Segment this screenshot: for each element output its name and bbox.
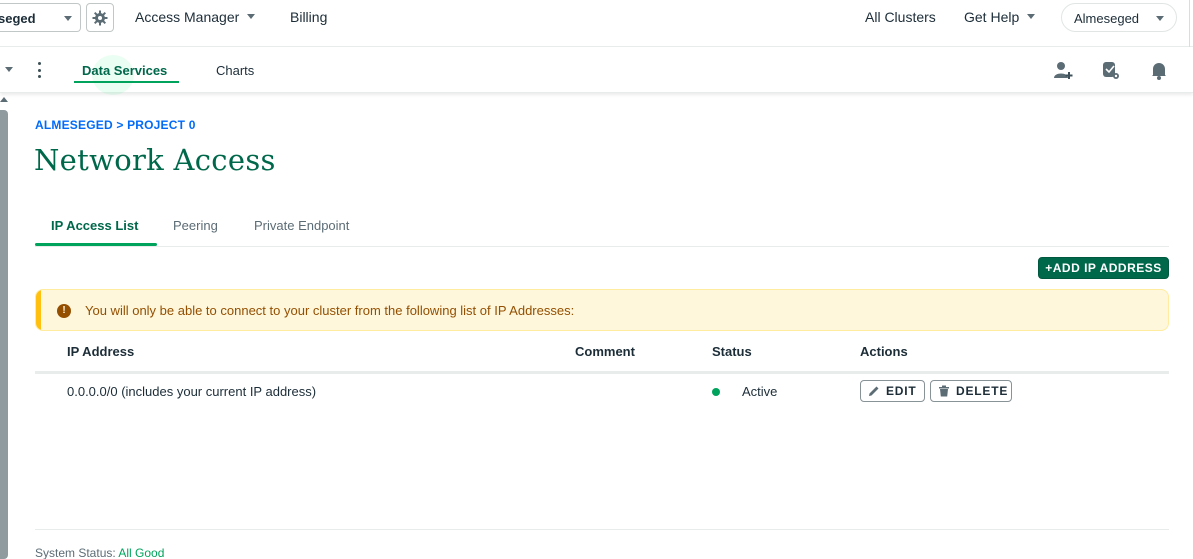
add-user-icon[interactable] (1053, 60, 1073, 80)
warning-icon: ! (57, 304, 71, 318)
column-header-status: Status (712, 344, 752, 359)
project-select-chevron-icon[interactable] (5, 67, 13, 72)
more-options-icon[interactable] (38, 62, 42, 78)
tab-ip-access-list[interactable]: IP Access List (51, 218, 138, 233)
column-header-comment: Comment (575, 344, 635, 359)
pencil-icon (869, 386, 879, 396)
user-name: Almeseged (1074, 11, 1140, 26)
chevron-down-icon (1156, 16, 1164, 21)
user-menu[interactable]: Almeseged (1061, 3, 1177, 32)
edit-button[interactable]: EDIT (860, 380, 925, 402)
organization-settings-button[interactable] (86, 3, 114, 32)
notification-bell-icon[interactable] (1149, 60, 1169, 80)
project-nav: Data Services Charts (0, 47, 1193, 95)
billing-link[interactable]: Billing (290, 9, 327, 25)
scroll-up-arrow-icon[interactable] (0, 97, 8, 102)
delete-button[interactable]: DELETE (930, 380, 1012, 402)
column-header-ip-address: IP Address (67, 344, 135, 359)
status-active-dot-icon (712, 388, 720, 396)
tab-data-services[interactable]: Data Services (82, 63, 167, 78)
system-status-value[interactable]: All Good (118, 546, 164, 559)
delete-button-label: DELETE (956, 384, 1009, 398)
breadcrumb[interactable]: ALMESEGED > PROJECT 0 (35, 118, 196, 132)
window-edge (1189, 0, 1193, 47)
active-tab-indicator (74, 81, 179, 83)
warning-banner: ! You will only be able to connect to yo… (35, 289, 1169, 331)
edit-button-label: EDIT (886, 384, 917, 398)
get-help-menu[interactable]: Get Help (964, 9, 1036, 25)
organization-name: seged (0, 11, 36, 26)
active-tab-indicator (35, 243, 157, 246)
scrollbar[interactable] (0, 110, 8, 559)
access-manager-menu[interactable]: Access Manager (135, 9, 256, 25)
tab-peering[interactable]: Peering (173, 218, 218, 233)
organization-select[interactable]: seged (0, 3, 81, 32)
footer-divider (35, 529, 1169, 530)
page-title: Network Access (34, 143, 276, 177)
chevron-down-icon (247, 13, 256, 19)
get-help-label: Get Help (964, 9, 1020, 25)
network-access-tabs: IP Access List Peering Private Endpoint (35, 215, 1169, 247)
all-clusters-link[interactable]: All Clusters (865, 9, 936, 25)
tab-charts[interactable]: Charts (216, 63, 254, 78)
ip-address-cell: 0.0.0.0/0 (includes your current IP addr… (67, 384, 317, 399)
trash-icon (939, 385, 949, 397)
banner-accent-bar (36, 290, 41, 330)
top-nav: seged Access Manager Billing All Cluster… (0, 0, 1193, 47)
activity-feed-icon[interactable] (1100, 60, 1120, 80)
system-status-label: System Status: (35, 546, 119, 559)
status-cell: Active (742, 384, 778, 399)
chevron-down-icon (1027, 13, 1036, 19)
tab-private-endpoint[interactable]: Private Endpoint (254, 218, 349, 233)
column-header-actions: Actions (860, 344, 908, 359)
system-status: System Status: All Good (35, 546, 164, 559)
access-manager-label: Access Manager (135, 9, 240, 25)
gear-icon (92, 10, 108, 25)
banner-text: You will only be able to connect to your… (85, 303, 575, 318)
add-ip-address-button[interactable]: +ADD IP ADDRESS (1038, 257, 1169, 279)
chevron-down-icon (64, 16, 72, 21)
table-header-divider (35, 371, 1169, 374)
